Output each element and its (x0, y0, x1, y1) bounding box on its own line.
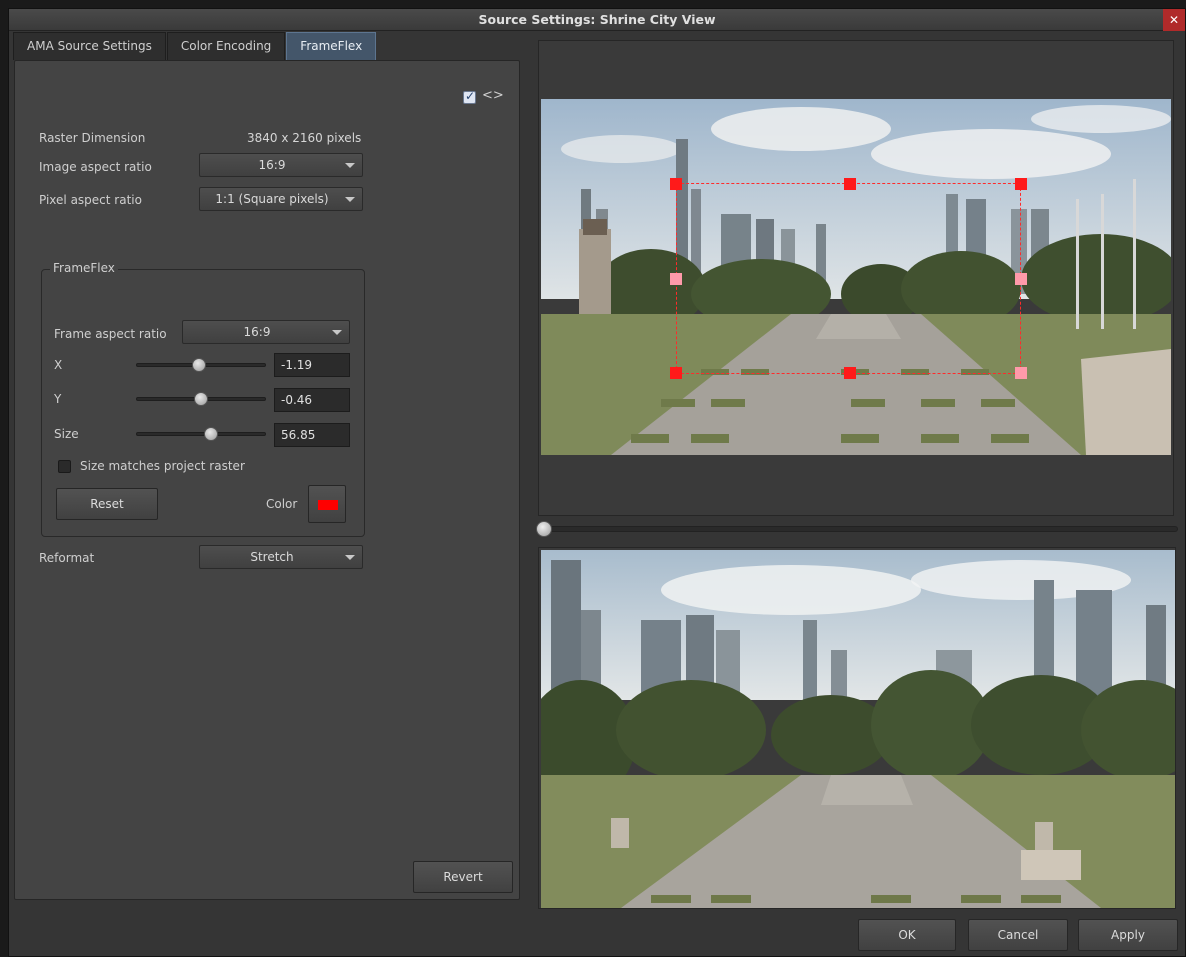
reformat-label: Reformat (39, 551, 95, 565)
frame-handle-bottom-left[interactable] (670, 367, 682, 379)
frameflex-group-title: FrameFlex (50, 261, 118, 275)
y-label: Y (54, 392, 62, 406)
raster-dimension-label: Raster Dimension (39, 131, 146, 145)
frame-aspect-dropdown[interactable]: 16:9 (182, 320, 350, 344)
chevron-down-icon (345, 197, 355, 202)
frame-handle-right[interactable] (1015, 273, 1027, 285)
frame-aspect-value: 16:9 (243, 325, 271, 339)
compare-toggle-checkbox[interactable] (463, 89, 476, 104)
timeline-position-thumb[interactable] (536, 521, 552, 537)
revert-button[interactable]: Revert (413, 861, 513, 893)
ok-button[interactable]: OK (858, 919, 956, 951)
title-bar: Source Settings: Shrine City View ✕ (9, 9, 1185, 31)
frame-handle-left[interactable] (670, 273, 682, 285)
pixel-aspect-dropdown[interactable]: 1:1 (Square pixels) (199, 187, 363, 211)
color-swatch (318, 500, 338, 510)
tab-frameflex[interactable]: FrameFlex (286, 32, 377, 60)
chevron-down-icon (345, 555, 355, 560)
image-aspect-value: 16:9 (258, 158, 286, 172)
apply-button[interactable]: Apply (1078, 919, 1178, 951)
output-scene-svg (541, 550, 1175, 908)
swap-arrows-icon[interactable]: <> (482, 88, 504, 103)
frame-handle-bottom[interactable] (844, 367, 856, 379)
close-button[interactable]: ✕ (1163, 9, 1185, 31)
size-matches-checkbox[interactable] (58, 460, 71, 473)
settings-panel: <> Raster Dimension 3840 x 2160 pixels I… (14, 60, 520, 900)
tab-bar: AMA Source Settings Color Encoding Frame… (13, 32, 377, 60)
close-icon: ✕ (1168, 13, 1180, 27)
size-slider-thumb[interactable] (204, 427, 218, 441)
tab-ama-source-settings[interactable]: AMA Source Settings (13, 32, 166, 60)
pixel-aspect-value: 1:1 (Square pixels) (215, 192, 329, 206)
size-matches-label: Size matches project raster (80, 459, 245, 473)
color-label: Color (266, 497, 298, 511)
x-label: X (54, 358, 63, 372)
frame-handle-top-right[interactable] (1015, 178, 1027, 190)
frameflex-group: FrameFlex Frame aspect ratio 16:9 X -1.1… (41, 261, 365, 537)
frame-handle-top[interactable] (844, 178, 856, 190)
color-picker-button[interactable] (308, 485, 346, 523)
chevron-down-icon (332, 330, 342, 335)
reformat-dropdown[interactable]: Stretch (199, 545, 363, 569)
window-title: Source Settings: Shrine City View (478, 12, 716, 27)
pixel-aspect-label: Pixel aspect ratio (39, 193, 142, 207)
frame-aspect-label: Frame aspect ratio (54, 327, 167, 341)
y-slider-thumb[interactable] (194, 392, 208, 406)
tab-color-encoding[interactable]: Color Encoding (166, 32, 286, 60)
frame-handle-bottom-right[interactable] (1015, 367, 1027, 379)
frame-handle-top-left[interactable] (670, 178, 682, 190)
size-value-field[interactable]: 56.85 (274, 423, 350, 447)
raster-dimension-value: 3840 x 2160 pixels (247, 131, 362, 145)
chevron-down-icon (345, 163, 355, 168)
y-value-field[interactable]: -0.46 (274, 388, 350, 412)
frameflex-bounding-box[interactable] (676, 183, 1021, 374)
x-slider-thumb[interactable] (192, 358, 206, 372)
image-aspect-label: Image aspect ratio (39, 160, 152, 174)
reset-button[interactable]: Reset (56, 488, 158, 520)
size-label: Size (54, 427, 79, 441)
reformat-value: Stretch (250, 550, 294, 564)
timeline-track[interactable] (538, 526, 1178, 532)
output-preview-image (541, 550, 1175, 908)
size-slider-track[interactable] (136, 432, 266, 436)
cancel-button[interactable]: Cancel (968, 919, 1068, 951)
x-value-field[interactable]: -1.19 (274, 353, 350, 377)
image-aspect-dropdown[interactable]: 16:9 (199, 153, 363, 177)
